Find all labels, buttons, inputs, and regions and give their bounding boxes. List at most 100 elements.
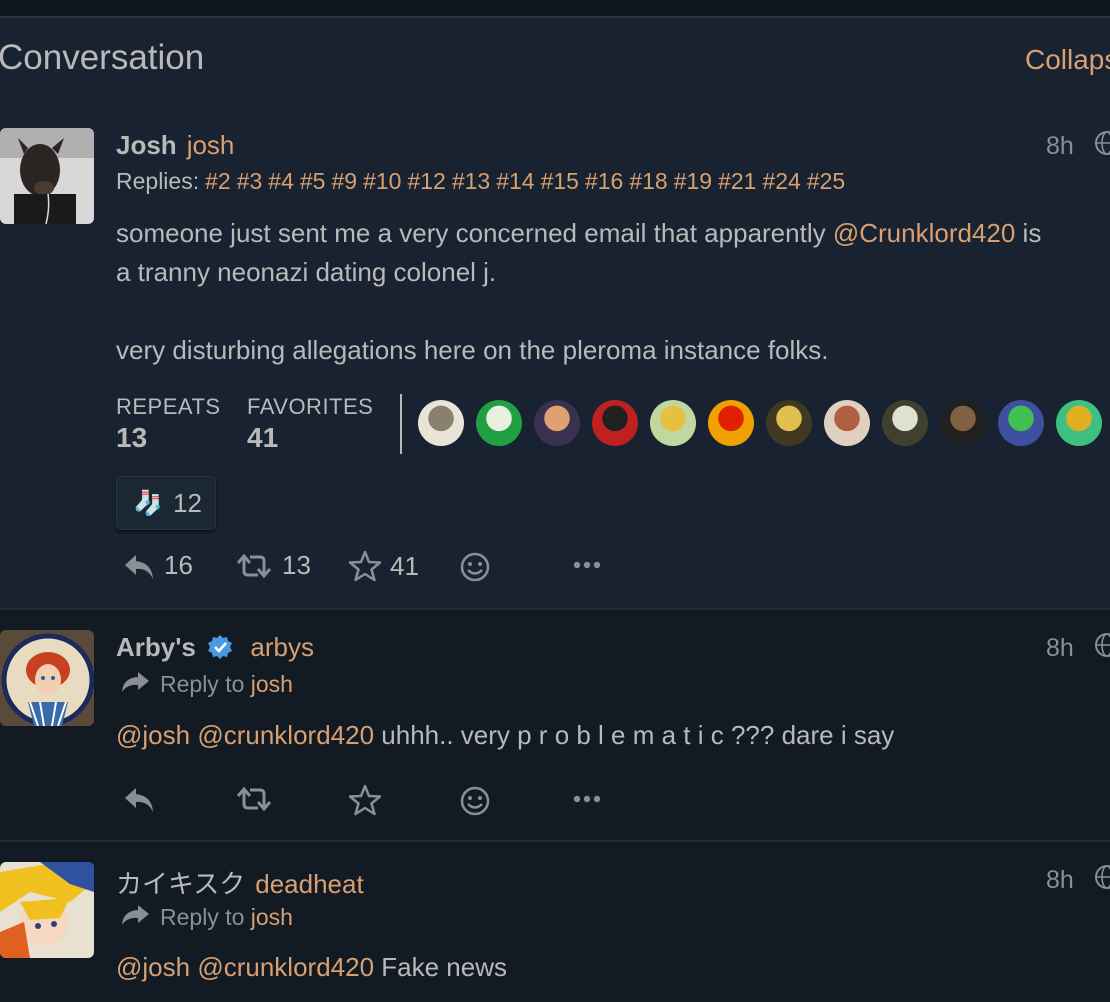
display-name[interactable]: Josh bbox=[116, 130, 177, 160]
content-text: a tranny neonazi dating colonel j. bbox=[116, 257, 497, 287]
favorite-button[interactable]: 41 bbox=[348, 550, 419, 582]
author-name[interactable]: Arby's arbys bbox=[116, 632, 314, 663]
content-text: someone just sent me a very concerned em… bbox=[116, 218, 833, 248]
favoriter-avatar[interactable] bbox=[824, 400, 870, 446]
emoji-react-button[interactable] bbox=[458, 784, 492, 818]
reply-link[interactable]: #4 bbox=[268, 168, 294, 194]
repeat-icon bbox=[236, 553, 272, 578]
reply-link[interactable]: #3 bbox=[237, 168, 263, 194]
status-content: @josh @crunklord420 Fake news bbox=[116, 948, 507, 987]
repeat-icon bbox=[236, 786, 272, 812]
favorites-stat[interactable]: FAVORITES 41 bbox=[247, 394, 373, 454]
author-name[interactable]: カイキスク deadheat bbox=[116, 864, 364, 901]
content-text: very disturbing allegations here on the … bbox=[116, 335, 829, 365]
emoji-react-button[interactable] bbox=[458, 550, 492, 584]
replies-list: Replies: #2 #3 #4 #5 #9 #10 #12 #13 #14 #15 #16 #18 #… bbox=[116, 168, 845, 195]
favoriter-avatar[interactable] bbox=[882, 400, 928, 446]
reply-count: 16 bbox=[164, 550, 193, 580]
avatar[interactable] bbox=[0, 128, 94, 224]
reply-link[interactable]: #14 bbox=[496, 168, 534, 194]
reply-link[interactable]: #5 bbox=[300, 168, 326, 194]
reply-to: Reply to josh bbox=[120, 670, 293, 698]
author-handle[interactable]: arbys bbox=[250, 632, 314, 662]
smile-icon bbox=[460, 552, 490, 582]
repeat-button[interactable]: 13 bbox=[234, 550, 311, 581]
page-title: Conversation bbox=[0, 38, 205, 77]
reply-link[interactable]: #18 bbox=[629, 168, 667, 194]
mention-link[interactable]: @crunklord420 bbox=[197, 952, 374, 982]
favorite-button[interactable] bbox=[348, 784, 382, 816]
fav-count: 41 bbox=[390, 550, 419, 581]
reply-button[interactable]: 16 bbox=[122, 550, 193, 581]
timestamp[interactable]: 8h bbox=[1046, 634, 1074, 663]
status-josh: Josh josh 8h Replies: #2 #3 #4 #5 #9 #10 #12 #13 #… bbox=[0, 106, 1110, 610]
reply-to-label: Reply to bbox=[160, 671, 245, 697]
favoriter-avatar[interactable] bbox=[1056, 400, 1102, 446]
ellipsis-icon bbox=[573, 795, 601, 803]
repeat-count: 13 bbox=[282, 550, 311, 580]
mention-link[interactable]: @josh bbox=[116, 720, 190, 750]
reply-to-link[interactable]: josh bbox=[251, 671, 293, 697]
reply-link[interactable]: #21 bbox=[718, 168, 756, 194]
reply-link[interactable]: #12 bbox=[407, 168, 445, 194]
mention-link[interactable]: @crunklord420 bbox=[197, 720, 374, 750]
reply-arrow-icon bbox=[122, 672, 149, 692]
mention-link[interactable]: @josh bbox=[116, 952, 190, 982]
reply-arrow-icon bbox=[122, 905, 149, 925]
repeat-button[interactable] bbox=[234, 784, 274, 814]
avatar[interactable] bbox=[0, 862, 94, 958]
favoriter-avatar[interactable] bbox=[650, 400, 696, 446]
more-button[interactable] bbox=[570, 550, 604, 580]
stats-divider bbox=[400, 394, 402, 454]
verified-badge-icon bbox=[208, 635, 233, 659]
reply-icon bbox=[125, 788, 153, 812]
mention-link[interactable]: @Crunklord420 bbox=[833, 218, 1015, 248]
reply-link[interactable]: #25 bbox=[807, 168, 845, 194]
favoriter-avatar[interactable] bbox=[418, 400, 464, 446]
content-text: uhhh.. very p r o b l e m a t i c ??? da… bbox=[374, 720, 895, 750]
repeats-stat[interactable]: REPEATS 13 bbox=[116, 394, 221, 454]
sock-emoji-icon: 🧦 bbox=[133, 490, 163, 517]
reply-to: Reply to josh bbox=[120, 903, 293, 931]
replies-label: Replies: bbox=[116, 168, 200, 194]
top-bar bbox=[0, 0, 1110, 18]
favoriter-avatar[interactable] bbox=[592, 400, 638, 446]
reply-button[interactable] bbox=[122, 784, 156, 814]
status-content: @josh @crunklord420 uhhh.. very p r o b … bbox=[116, 716, 894, 755]
reply-link[interactable]: #19 bbox=[674, 168, 712, 194]
emoji-reaction-button[interactable]: 🧦 12 bbox=[116, 476, 216, 530]
status-content: someone just sent me a very concerned em… bbox=[116, 214, 1041, 370]
star-icon bbox=[348, 784, 382, 816]
status-deadheat: カイキスク deadheat 8h Reply to josh @josh @cr… bbox=[0, 842, 1110, 1002]
avatar[interactable] bbox=[0, 630, 94, 726]
reply-link[interactable]: #16 bbox=[585, 168, 623, 194]
reply-link[interactable]: #9 bbox=[331, 168, 357, 194]
favoriter-avatar[interactable] bbox=[476, 400, 522, 446]
reply-link[interactable]: #24 bbox=[762, 168, 800, 194]
favoriter-avatar[interactable] bbox=[708, 400, 754, 446]
more-button[interactable] bbox=[570, 784, 604, 814]
reply-link[interactable]: #2 bbox=[205, 168, 231, 194]
ellipsis-icon bbox=[573, 561, 601, 569]
timestamp[interactable]: 8h bbox=[1046, 132, 1074, 161]
favoriter-avatar[interactable] bbox=[940, 400, 986, 446]
reply-to-link[interactable]: josh bbox=[251, 904, 293, 930]
globe-icon bbox=[1095, 131, 1110, 155]
author-handle[interactable]: josh bbox=[187, 130, 235, 160]
status-arbys: Arby's arbys 8h Reply to josh @josh @cru… bbox=[0, 610, 1110, 842]
star-icon bbox=[348, 550, 382, 582]
reply-link[interactable]: #10 bbox=[363, 168, 401, 194]
author-name[interactable]: Josh josh bbox=[116, 130, 234, 161]
timestamp[interactable]: 8h bbox=[1046, 866, 1074, 895]
favorites-label: FAVORITES bbox=[247, 394, 374, 419]
collapse-link[interactable]: Collapse bbox=[1025, 44, 1110, 76]
display-name[interactable]: カイキスク bbox=[116, 869, 245, 899]
reply-link[interactable]: #13 bbox=[452, 168, 490, 194]
display-name[interactable]: Arby's bbox=[116, 632, 196, 662]
favoriter-avatar[interactable] bbox=[998, 400, 1044, 446]
favoriter-avatar[interactable] bbox=[766, 400, 812, 446]
content-text: Fake news bbox=[374, 952, 507, 982]
author-handle[interactable]: deadheat bbox=[255, 869, 363, 899]
favoriter-avatar[interactable] bbox=[534, 400, 580, 446]
reply-link[interactable]: #15 bbox=[541, 168, 579, 194]
